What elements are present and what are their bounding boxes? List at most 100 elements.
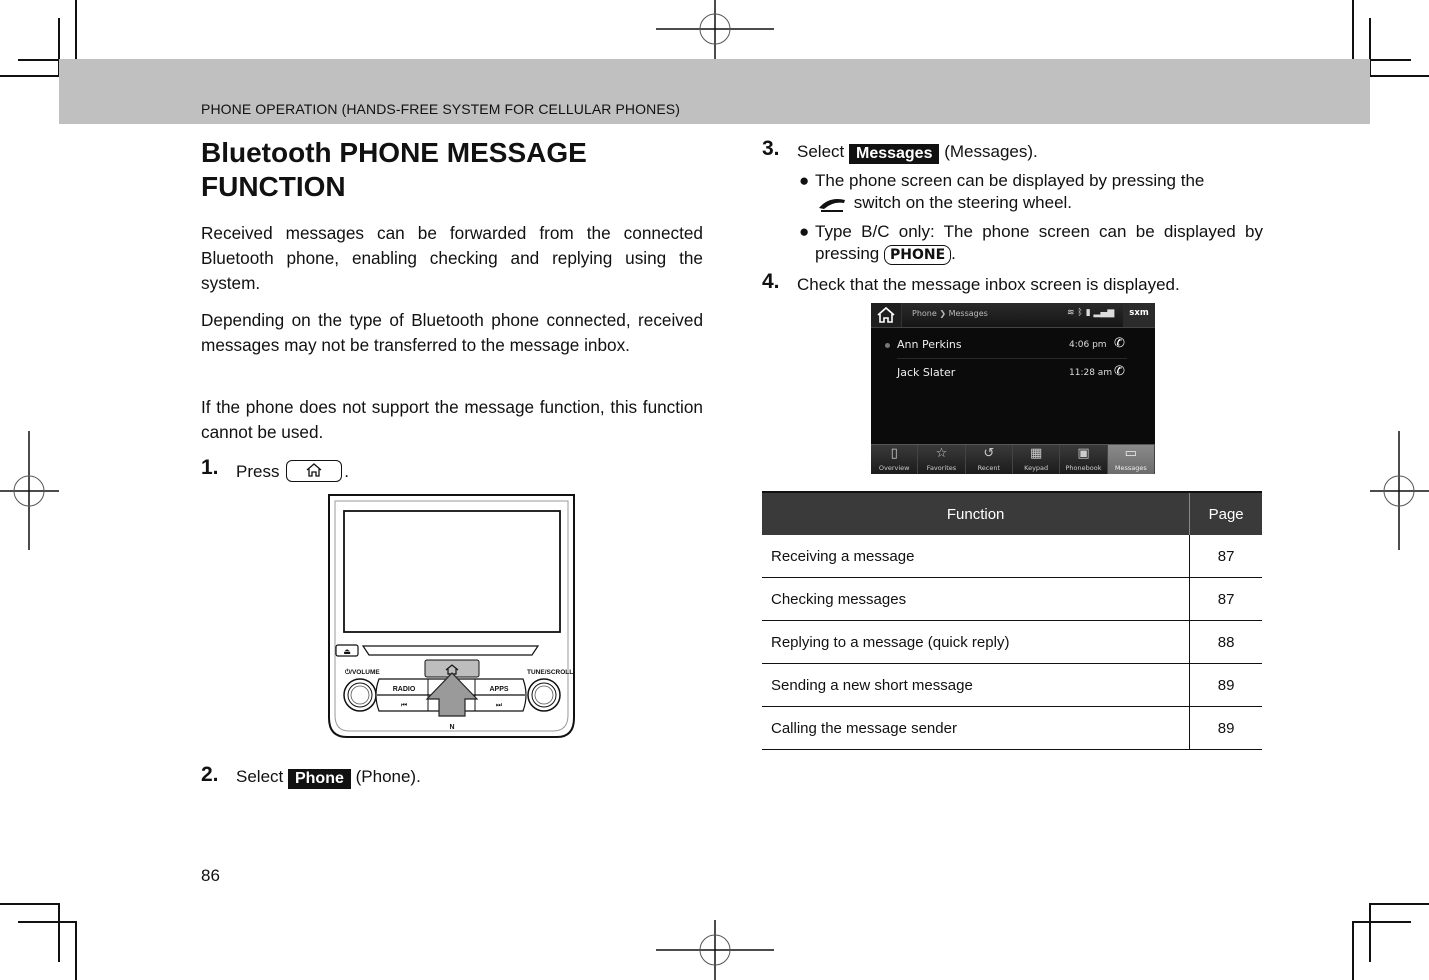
step-number: 1. xyxy=(201,456,219,479)
registration-mark xyxy=(1370,431,1429,550)
battery-icon: ▮ xyxy=(1085,308,1091,318)
intro-paragraph: Received messages can be forwarded from … xyxy=(201,223,703,293)
tune-label: TUNE/SCROLL xyxy=(527,669,573,676)
bluetooth-icon: ᛒ xyxy=(1077,308,1083,318)
keypad-icon: ▦ xyxy=(1030,446,1043,461)
page-number: 86 xyxy=(201,866,220,885)
bullet-dot: ● xyxy=(799,171,810,190)
bullet-text: switch on the steering wheel. xyxy=(853,193,1073,212)
bullet-text: The phone screen can be displayed by pre… xyxy=(815,171,1205,190)
screen-home-button xyxy=(871,303,902,327)
message-time: 4:06 pm xyxy=(1069,340,1107,350)
crop-mark xyxy=(0,903,60,905)
step-number: 3. xyxy=(762,137,780,160)
next-track-icon: ⏭ xyxy=(496,701,503,709)
recent-calls-icon: ↺ xyxy=(983,446,995,461)
bullet-text: Type B/C only: The phone screen can be d… xyxy=(815,222,1263,263)
crop-mark xyxy=(1352,0,1354,60)
display-screen xyxy=(343,510,561,633)
function-table: Function Page Receiving a message 87 Che… xyxy=(762,491,1262,750)
tune-knob xyxy=(527,678,561,712)
crop-mark xyxy=(0,75,60,77)
svg-text:⏏: ⏏ xyxy=(343,647,351,656)
phone-key: PHONE xyxy=(884,245,952,265)
home-icon xyxy=(306,463,322,477)
sxm-logo: sxm xyxy=(1123,303,1155,327)
step-2: Select Phone (Phone). xyxy=(236,767,421,789)
function-cell: Sending a new short message xyxy=(762,663,1191,707)
crop-mark xyxy=(1369,75,1429,77)
table-row: Replying to a message (quick reply) 88 xyxy=(762,620,1262,664)
status-icons: ≋ ᛒ ▮ ▂▄▆ xyxy=(1067,308,1114,318)
step-suffix: . xyxy=(344,462,349,481)
step-number: 2. xyxy=(201,763,219,786)
bullet-phone-key: ● Type B/C only: The phone screen can be… xyxy=(799,221,1263,265)
registration-mark xyxy=(656,0,774,59)
column-header-function: Function xyxy=(762,491,1191,535)
home-key xyxy=(286,460,343,482)
phonebook-icon: ▣ xyxy=(1077,446,1090,461)
compatibility-paragraph: Depending on the type of Bluetooth phone… xyxy=(201,310,703,355)
registration-mark xyxy=(0,431,59,550)
home-icon xyxy=(877,306,895,323)
crop-mark xyxy=(1369,903,1429,905)
function-cell: Checking messages xyxy=(762,577,1191,621)
overview-icon: ▯ xyxy=(890,446,898,461)
message-inbox-screenshot: Phone ❯ Messages ≋ ᛒ ▮ ▂▄▆ sxm Ann Perki… xyxy=(871,303,1155,474)
prev-track-icon: ⏮ xyxy=(401,701,407,709)
signal-icon: ▂▄▆ xyxy=(1093,308,1115,318)
step-text: Select xyxy=(236,767,284,786)
function-cell: Calling the message sender xyxy=(762,706,1191,750)
function-cell: Replying to a message (quick reply) xyxy=(762,620,1191,664)
tab-recent: ↺ Recent xyxy=(966,445,1013,474)
volume-knob xyxy=(343,678,377,712)
tab-messages: ▭ Messages xyxy=(1107,445,1155,474)
step-1: Press . xyxy=(236,460,349,482)
message-time: 11:28 am xyxy=(1069,368,1113,378)
step-3: Select Messages (Messages). xyxy=(797,142,1038,164)
unread-indicator xyxy=(885,343,890,348)
crop-mark xyxy=(1369,903,1371,962)
volume-label: ⏻/VOLUME xyxy=(345,668,380,676)
sender-name: Jack Slater xyxy=(897,366,956,379)
page-cell: 87 xyxy=(1189,577,1262,621)
crop-mark xyxy=(1352,921,1354,980)
bullet-steering-switch: ● The phone screen can be displayed by p… xyxy=(799,170,1263,214)
call-icon: ✆ xyxy=(1114,364,1125,379)
column-header-page: Page xyxy=(1189,491,1262,535)
crop-mark xyxy=(75,921,77,980)
page-cell: 87 xyxy=(1189,535,1262,578)
wifi-icon: ≋ xyxy=(1067,308,1075,318)
table-row: Sending a new short message 89 xyxy=(762,663,1262,707)
radio-label: RADIO xyxy=(393,686,416,693)
page-cell: 88 xyxy=(1189,620,1262,664)
bullet-dot: ● xyxy=(799,222,810,241)
table-header-row: Function Page xyxy=(762,491,1262,535)
screen-header: Phone ❯ Messages ≋ ᛒ ▮ ▂▄▆ sxm xyxy=(871,303,1155,328)
step-text: Press xyxy=(236,462,280,481)
star-icon: ☆ xyxy=(935,446,948,461)
page-cell: 89 xyxy=(1189,706,1262,750)
message-row: Ann Perkins 4:06 pm ✆ xyxy=(871,331,1155,357)
unsupported-paragraph: If the phone does not support the messag… xyxy=(201,397,703,442)
step-suffix: (Messages). xyxy=(944,142,1038,161)
page-title: Bluetooth PHONE MESSAGE FUNCTION xyxy=(201,137,587,202)
tab-overview: ▯ Overview xyxy=(871,445,919,474)
screen-breadcrumb: Phone ❯ Messages xyxy=(912,309,988,318)
tab-phonebook: ▣ Phonebook xyxy=(1060,445,1108,474)
step-4: Check that the message inbox screen is d… xyxy=(797,275,1180,294)
table-row: Receiving a message 87 xyxy=(762,535,1262,578)
nfc-icon: N xyxy=(449,724,454,731)
phone-handset-icon xyxy=(819,199,845,212)
apps-label: APPS xyxy=(489,686,508,693)
phone-button: Phone xyxy=(287,769,351,789)
section-title: PHONE OPERATION (HANDS-FREE SYSTEM FOR C… xyxy=(201,101,680,117)
function-cell: Receiving a message xyxy=(762,535,1191,578)
sender-name: Ann Perkins xyxy=(897,338,962,351)
registration-mark xyxy=(656,920,774,980)
crop-mark xyxy=(1352,921,1411,923)
call-icon: ✆ xyxy=(1114,336,1125,351)
step-text: Select xyxy=(797,142,845,161)
message-row: Jack Slater 11:28 am ✆ xyxy=(871,359,1155,385)
crop-mark xyxy=(58,903,60,962)
